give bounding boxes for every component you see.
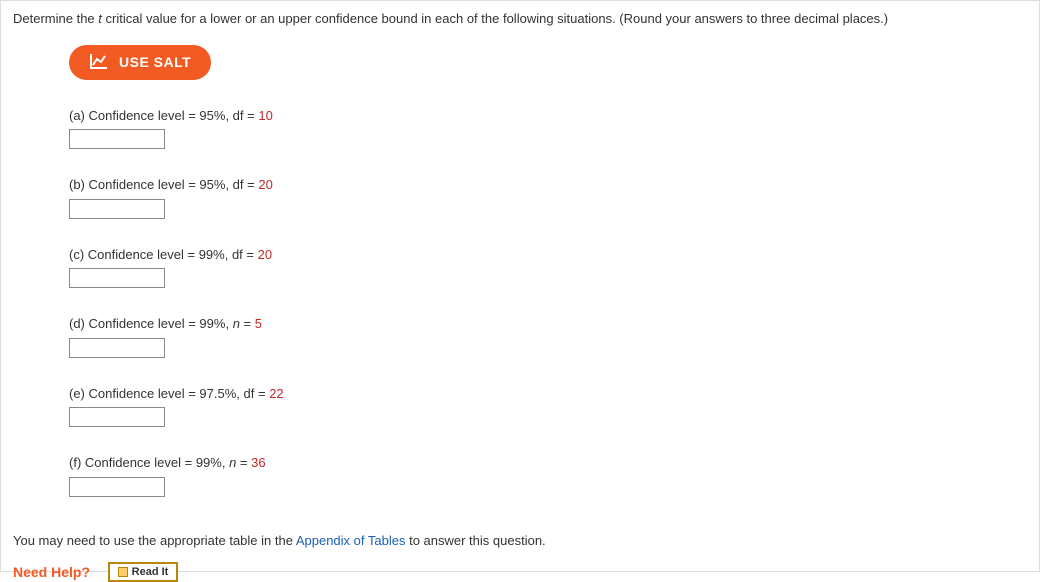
part-e-label: (e) Confidence level = 97.5%, df = 22 bbox=[69, 384, 1027, 404]
part-b-label: (b) Confidence level = 95%, df = 20 bbox=[69, 175, 1027, 195]
question-prompt: Determine the t critical value for a low… bbox=[13, 9, 1027, 29]
use-salt-button[interactable]: USE SALT bbox=[69, 45, 211, 80]
part-f-input[interactable] bbox=[69, 477, 165, 497]
prompt-suffix: critical value for a lower or an upper c… bbox=[102, 11, 888, 26]
part-e-value: 22 bbox=[269, 386, 283, 401]
part-c-label: (c) Confidence level = 99%, df = 20 bbox=[69, 245, 1027, 265]
part-b-value: 20 bbox=[258, 177, 272, 192]
part-d-input[interactable] bbox=[69, 338, 165, 358]
prompt-prefix: Determine the bbox=[13, 11, 98, 26]
part-f-label: (f) Confidence level = 99%, n = 36 bbox=[69, 453, 1027, 473]
part-c-value: 20 bbox=[258, 247, 272, 262]
part-a-input[interactable] bbox=[69, 129, 165, 149]
part-a: (a) Confidence level = 95%, df = 10 bbox=[69, 106, 1027, 150]
chart-icon bbox=[89, 53, 119, 72]
part-d-value: 5 bbox=[255, 316, 262, 331]
part-c: (c) Confidence level = 99%, df = 20 bbox=[69, 245, 1027, 289]
part-e-input[interactable] bbox=[69, 407, 165, 427]
part-f-value: 36 bbox=[251, 455, 265, 470]
appendix-note: You may need to use the appropriate tabl… bbox=[13, 533, 1027, 548]
part-b: (b) Confidence level = 95%, df = 20 bbox=[69, 175, 1027, 219]
use-salt-label: USE SALT bbox=[119, 54, 191, 70]
part-b-input[interactable] bbox=[69, 199, 165, 219]
part-c-input[interactable] bbox=[69, 268, 165, 288]
appendix-link[interactable]: Appendix of Tables bbox=[296, 533, 406, 548]
part-f: (f) Confidence level = 99%, n = 36 bbox=[69, 453, 1027, 497]
part-d: (d) Confidence level = 99%, n = 5 bbox=[69, 314, 1027, 358]
part-a-label: (a) Confidence level = 95%, df = 10 bbox=[69, 106, 1027, 126]
part-e: (e) Confidence level = 97.5%, df = 22 bbox=[69, 384, 1027, 428]
part-a-value: 10 bbox=[258, 108, 272, 123]
part-d-label: (d) Confidence level = 99%, n = 5 bbox=[69, 314, 1027, 334]
